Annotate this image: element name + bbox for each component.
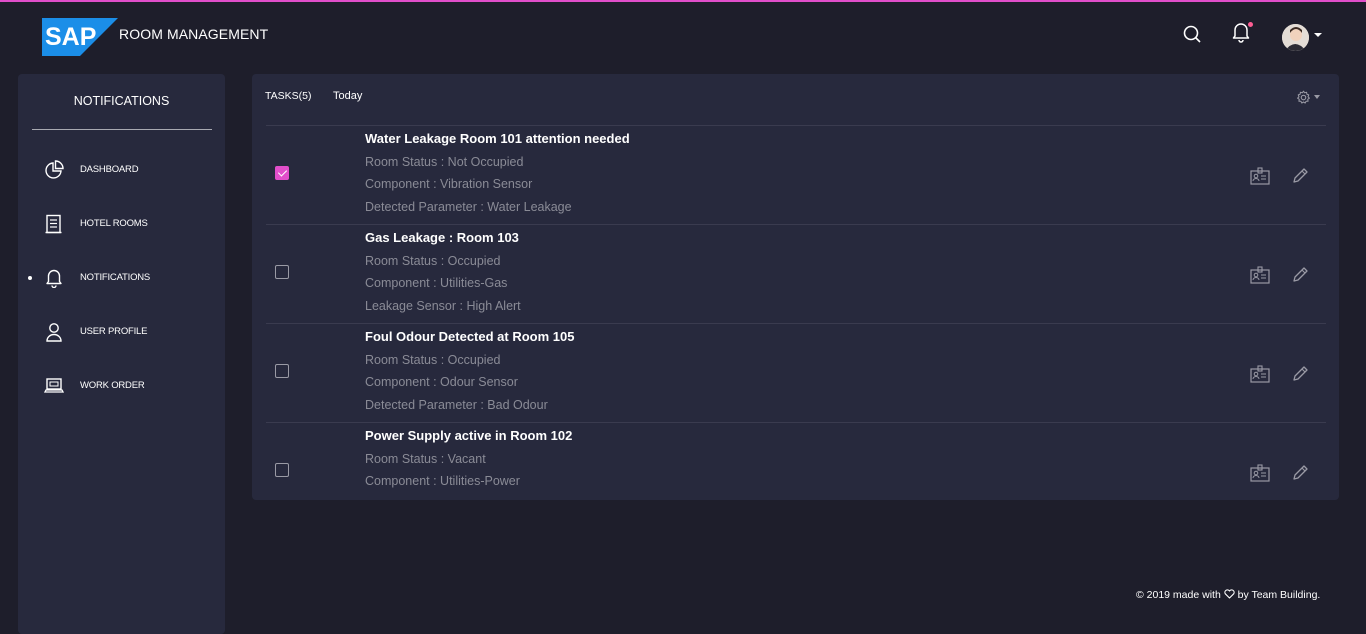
svg-text:SAP: SAP xyxy=(45,23,96,51)
sidebar-item-label: HOTEL ROOMS xyxy=(80,218,148,229)
task-detail: Leakage Sensor : High Alert xyxy=(365,299,521,313)
task-title: Gas Leakage : Room 103 xyxy=(365,230,519,245)
task-detail: Detected Parameter : Bad Odour xyxy=(365,398,548,412)
sidebar-item-label: DASHBOARD xyxy=(80,164,139,175)
tasks-count-label: TASKS(5) xyxy=(265,90,312,102)
sidebar-item-dashboard[interactable]: DASHBOARD xyxy=(18,155,225,185)
sidebar-item-label: USER PROFILE xyxy=(80,326,148,337)
id-card-icon[interactable] xyxy=(1249,363,1271,385)
sidebar-item-work-order[interactable]: WORK ORDER xyxy=(18,371,225,401)
search-icon[interactable] xyxy=(1180,22,1204,46)
task-detail: Component : Utilities-Power xyxy=(365,474,520,488)
id-card-icon[interactable] xyxy=(1249,165,1271,187)
user-avatar[interactable] xyxy=(1282,24,1309,51)
sidebar-item-label: WORK ORDER xyxy=(80,380,145,391)
pencil-edit-icon[interactable] xyxy=(1289,363,1311,385)
task-title: Water Leakage Room 101 attention needed xyxy=(365,131,630,146)
footer-credit: © 2019 made with by Team Building. xyxy=(1136,589,1320,602)
pie-chart-icon xyxy=(42,159,66,181)
sidebar-item-user-profile[interactable]: USER PROFILE xyxy=(18,317,225,347)
notification-dot xyxy=(1248,22,1253,27)
task-detail: Component : Vibration Sensor xyxy=(365,177,533,191)
notification-bell-icon[interactable] xyxy=(1229,20,1253,44)
id-card-icon[interactable] xyxy=(1249,462,1271,484)
task-detail: Room Status : Vacant xyxy=(365,452,486,466)
footer-prefix: © 2019 made with xyxy=(1136,589,1221,601)
sidebar-divider xyxy=(32,129,212,130)
task-checkbox[interactable] xyxy=(275,364,289,378)
top-navbar: SAP ROOM MANAGEMENT xyxy=(0,2,1366,70)
task-checkbox[interactable] xyxy=(275,166,289,180)
id-card-icon[interactable] xyxy=(1249,264,1271,286)
task-detail: Detected Parameter : Water Leakage xyxy=(365,200,572,214)
user-menu-caret-icon[interactable] xyxy=(1314,33,1322,37)
pencil-edit-icon[interactable] xyxy=(1289,264,1311,286)
task-title: Foul Odour Detected at Room 105 xyxy=(365,329,575,344)
task-detail: Room Status : Occupied xyxy=(365,353,501,367)
user-icon xyxy=(42,321,66,343)
sidebar-item-label: NOTIFICATIONS xyxy=(80,272,151,283)
gear-icon xyxy=(1296,90,1311,105)
sap-logo[interactable]: SAP xyxy=(42,18,118,56)
task-row: Power Supply active in Room 102 Room Sta… xyxy=(266,422,1326,500)
pencil-edit-icon[interactable] xyxy=(1289,462,1311,484)
app-title: ROOM MANAGEMENT xyxy=(119,26,269,42)
sidebar-item-hotel-rooms[interactable]: HOTEL ROOMS xyxy=(18,209,225,239)
chevron-down-icon xyxy=(1314,95,1320,99)
sidebar-title: NOTIFICATIONS xyxy=(73,94,170,108)
active-indicator-dot xyxy=(28,276,32,280)
heart-icon xyxy=(1224,589,1235,602)
sidebar-item-notifications[interactable]: NOTIFICATIONS xyxy=(18,263,225,293)
task-detail: Room Status : Not Occupied xyxy=(365,155,524,169)
task-detail: Component : Utilities-Gas xyxy=(365,276,508,290)
task-checkbox[interactable] xyxy=(275,463,289,477)
list-icon xyxy=(42,213,66,235)
task-checkbox[interactable] xyxy=(275,265,289,279)
task-row: Foul Odour Detected at Room 105 Room Sta… xyxy=(266,323,1326,423)
task-row: Gas Leakage : Room 103 Room Status : Occ… xyxy=(266,224,1326,324)
footer-suffix: by Team Building. xyxy=(1237,589,1321,601)
laptop-icon xyxy=(42,375,66,397)
task-row: Water Leakage Room 101 attention needed … xyxy=(266,125,1326,225)
bell-icon xyxy=(42,267,66,289)
task-detail: Component : Odour Sensor xyxy=(365,375,518,389)
today-label: Today xyxy=(333,90,363,102)
sidebar: NOTIFICATIONS DASHBOARD HOTEL ROOMS NOTI… xyxy=(18,74,225,634)
pencil-edit-icon[interactable] xyxy=(1289,165,1311,187)
settings-dropdown[interactable] xyxy=(1296,88,1326,106)
tasks-card: TASKS(5) Today Water Leakage Room 101 at… xyxy=(252,74,1339,500)
task-detail: Room Status : Occupied xyxy=(365,254,501,268)
task-title: Power Supply active in Room 102 xyxy=(365,428,573,443)
